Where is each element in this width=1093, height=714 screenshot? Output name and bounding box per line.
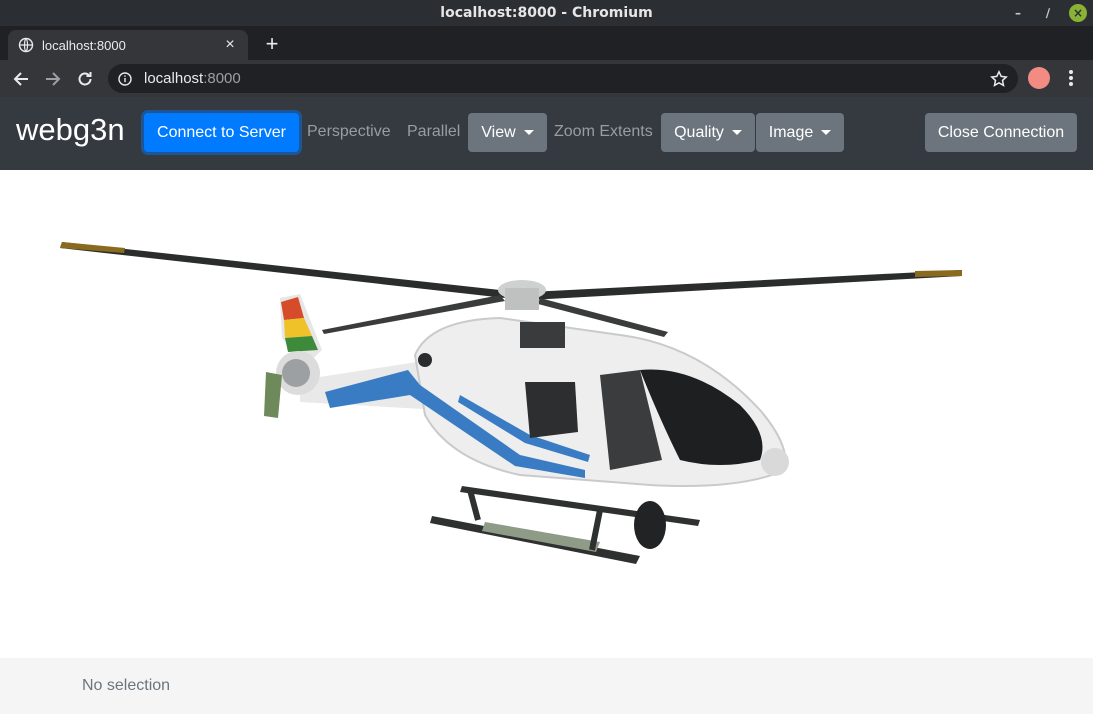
caret-down-icon bbox=[523, 130, 534, 135]
parallel-link[interactable]: Parallel bbox=[407, 123, 460, 141]
selection-status: No selection bbox=[82, 677, 171, 694]
render-viewport[interactable] bbox=[0, 170, 1093, 658]
globe-icon bbox=[18, 37, 34, 53]
window-titlebar: localhost:8000 - Chromium – ∕ × bbox=[0, 0, 1093, 26]
image-dropdown[interactable]: Image bbox=[756, 113, 844, 152]
arrow-left-icon[interactable] bbox=[10, 68, 32, 90]
window-title: localhost:8000 - Chromium bbox=[440, 5, 653, 21]
window-controls: – ∕ × bbox=[1009, 4, 1087, 22]
arrow-right-icon[interactable] bbox=[42, 68, 64, 90]
status-footer: No selection bbox=[0, 658, 1093, 714]
zoom-extents-link[interactable]: Zoom Extents bbox=[554, 123, 653, 141]
tab-title: localhost:8000 bbox=[42, 37, 126, 53]
url-port: :8000 bbox=[203, 70, 241, 87]
caret-down-icon bbox=[821, 130, 832, 135]
reload-icon[interactable] bbox=[74, 68, 96, 90]
view-label: View bbox=[481, 123, 516, 141]
maximize-icon[interactable]: ∕ bbox=[1039, 4, 1057, 22]
helicopter-model-image bbox=[60, 242, 962, 564]
view-dropdown[interactable]: View bbox=[468, 113, 547, 152]
close-connection-button[interactable]: Close Connection bbox=[925, 113, 1077, 152]
close-window-icon[interactable]: × bbox=[1069, 4, 1087, 22]
brand-title: webg3n bbox=[16, 112, 125, 147]
app-navbar: webg3n Connect to Server Perspective Par… bbox=[0, 97, 1093, 170]
quality-dropdown[interactable]: Quality bbox=[661, 113, 755, 152]
browser-toolbar: localhost:8000 bbox=[0, 60, 1093, 97]
tab-strip: localhost:8000 × + bbox=[0, 26, 1093, 60]
connect-button[interactable]: Connect to Server bbox=[144, 113, 299, 152]
caret-down-icon bbox=[731, 130, 742, 135]
browser-tab[interactable]: localhost:8000 × bbox=[8, 30, 248, 60]
minimize-icon[interactable]: – bbox=[1009, 4, 1027, 22]
quality-label: Quality bbox=[674, 123, 724, 141]
extension-icon[interactable] bbox=[1028, 67, 1050, 89]
image-label: Image bbox=[768, 123, 814, 141]
info-icon[interactable] bbox=[118, 71, 132, 86]
kebab-menu-icon[interactable] bbox=[1062, 68, 1080, 88]
url-host: localhost bbox=[144, 70, 204, 87]
address-bar[interactable]: localhost:8000 bbox=[108, 64, 1018, 93]
tab-close-icon[interactable]: × bbox=[222, 36, 238, 53]
perspective-link[interactable]: Perspective bbox=[307, 123, 391, 141]
star-icon[interactable] bbox=[990, 70, 1008, 88]
new-tab-icon[interactable]: + bbox=[262, 33, 282, 55]
